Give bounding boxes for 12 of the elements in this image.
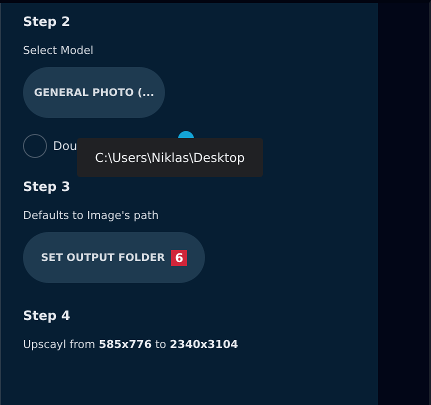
step-title: Step 2: [23, 15, 72, 30]
step-title: Step 4: [23, 309, 72, 324]
step-description: Select Model: [23, 44, 94, 57]
checkbox-label: Dou: [53, 139, 78, 153]
step-description: Upscayl from 585x776 to 2340x3104: [23, 338, 240, 351]
output-folder-button[interactable]: SET OUTPUT FOLDER 6: [23, 232, 206, 283]
tooltip: C:\Users\Niklas\Desktop: [77, 138, 263, 177]
number-badge: 6: [170, 250, 188, 266]
step-title: Step 3: [23, 180, 72, 195]
checkbox[interactable]: [23, 134, 47, 158]
model-select-button[interactable]: GENERAL PHOTO (...: [23, 67, 166, 118]
step-description: Defaults to Image's path: [23, 209, 160, 222]
